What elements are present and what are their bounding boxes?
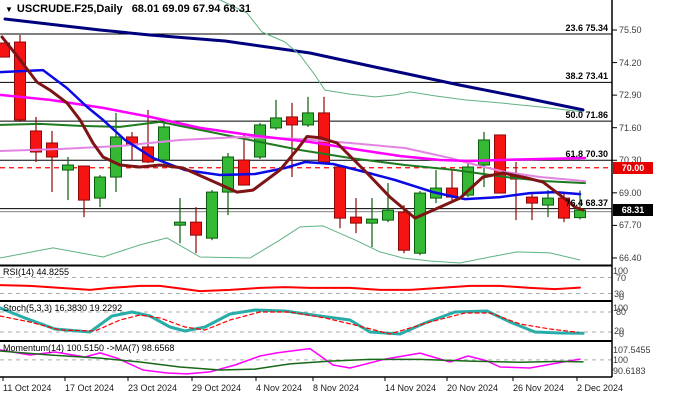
candle-body-up xyxy=(415,193,426,253)
fib-level-label: 61.8 70.30 xyxy=(565,149,608,159)
rsi-scale-label: 70 xyxy=(616,273,626,283)
candle-body-up xyxy=(159,127,170,160)
date-axis-label[interactable]: 20 Nov 2024 xyxy=(447,383,498,393)
date-axis-label[interactable]: 11 Oct 2024 xyxy=(3,383,51,393)
date-axis-label[interactable]: 4 Nov 2024 xyxy=(256,383,302,393)
momentum-scale-label: 100 xyxy=(613,355,628,365)
ma-navy xyxy=(5,19,583,110)
candle-body-up xyxy=(367,219,378,223)
momentum-scale-label: 107.5455 xyxy=(613,345,651,355)
price-axis-label[interactable]: 72.90 xyxy=(619,90,642,100)
symbol-dropdown-icon[interactable]: ▼ xyxy=(5,5,13,14)
rsi-label: RSI(14) 44.8255 xyxy=(3,267,69,277)
candle-body-up xyxy=(175,222,186,225)
price-axis-label[interactable]: 67.70 xyxy=(619,220,642,230)
candle-body-up xyxy=(271,118,282,128)
momentum-label: Momentum(14) 100.5150 ->MA(7) 98.6568 xyxy=(3,343,174,353)
candle-body-up xyxy=(95,177,106,198)
momentum-ma xyxy=(0,351,583,370)
date-axis-label[interactable]: 17 Oct 2024 xyxy=(65,383,114,393)
last-price-badge: 68.31 xyxy=(613,204,653,216)
fib-level-label: 23.6 75.34 xyxy=(565,23,608,33)
candle-body-up xyxy=(383,210,394,220)
candle-body-up xyxy=(63,165,74,170)
candle-body-down xyxy=(287,117,298,125)
fib-level-label: 50.0 71.86 xyxy=(565,110,608,120)
candle-body-down xyxy=(527,197,538,203)
rsi xyxy=(0,285,580,291)
candle-body-down xyxy=(351,217,362,223)
date-axis-label[interactable]: 29 Oct 2024 xyxy=(192,383,241,393)
candle-body-down xyxy=(239,160,250,185)
stoch-signal xyxy=(0,312,578,334)
candle-body-up xyxy=(543,198,554,205)
fib-level-label: 76.4 68.37 xyxy=(565,198,608,208)
candle-body-down xyxy=(191,222,202,235)
fib-level-label: 38.2 73.41 xyxy=(565,71,608,81)
price-axis-label[interactable]: 71.60 xyxy=(619,123,642,133)
chart-title-symbol: USCRUDE.F25,Daily xyxy=(17,3,123,15)
price-axis-label[interactable]: 66.40 xyxy=(619,253,642,263)
candle-body-down xyxy=(79,166,90,200)
price-axis-label[interactable]: 75.50 xyxy=(619,25,642,35)
date-axis-label[interactable]: 26 Nov 2024 xyxy=(513,383,564,393)
chart-title: ▼ USCRUDE.F25,Daily 68.01 69.09 67.94 68.3… xyxy=(5,3,251,15)
level-price-badge: 70.00 xyxy=(613,162,653,174)
rsi-scale-label: 0 xyxy=(619,292,624,302)
stoch-scale-label: 0 xyxy=(619,329,624,339)
envelope-upper xyxy=(220,0,583,112)
date-axis-label[interactable]: 8 Nov 2024 xyxy=(313,383,359,393)
chart-window: ▼ USCRUDE.F25,Daily 68.01 69.09 67.94 68.3… xyxy=(0,0,700,400)
candle-body-down xyxy=(399,212,410,250)
date-axis-label[interactable]: 14 Nov 2024 xyxy=(385,383,436,393)
candle-body-up xyxy=(207,192,218,238)
chart-title-ohlc: 68.01 69.09 67.94 68.31 xyxy=(132,3,251,15)
envelope-lower xyxy=(0,226,580,263)
candle-body-up xyxy=(303,113,314,125)
momentum-scale-label: 90.6183 xyxy=(613,366,646,376)
candle-body-down xyxy=(495,135,506,193)
stoch-scale-label: 80 xyxy=(616,307,626,317)
stoch-label: Stoch(5,3,3) 16.3830 19.2292 xyxy=(3,303,122,313)
date-axis-label[interactable]: 23 Oct 2024 xyxy=(128,383,177,393)
candle-body-up xyxy=(111,137,122,177)
price-axis-label[interactable]: 69.00 xyxy=(619,188,642,198)
price-axis-label[interactable]: 74.20 xyxy=(619,58,642,68)
candle-body-down xyxy=(335,167,346,218)
date-axis-label[interactable]: 2 Dec 2024 xyxy=(577,383,623,393)
